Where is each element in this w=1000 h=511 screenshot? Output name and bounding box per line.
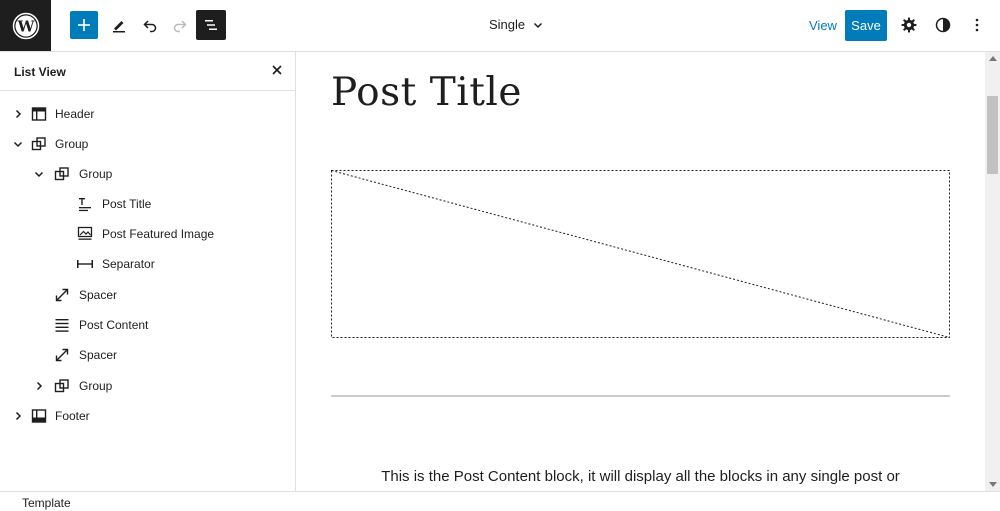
list-item-group[interactable]: Group bbox=[0, 371, 295, 401]
group-icon bbox=[30, 135, 48, 153]
styles-button[interactable] bbox=[928, 10, 958, 40]
list-item-group[interactable]: Group bbox=[0, 159, 295, 189]
more-vertical-icon bbox=[975, 18, 979, 32]
chevron-right-icon[interactable] bbox=[31, 378, 47, 394]
redo-icon bbox=[173, 20, 187, 33]
list-view-panel: List View Header Group Group Post Title … bbox=[0, 52, 296, 491]
close-icon bbox=[272, 65, 282, 75]
list-view-toggle-button[interactable] bbox=[196, 10, 226, 40]
separator-block[interactable] bbox=[331, 395, 950, 397]
list-item-label: Footer bbox=[55, 409, 90, 423]
add-block-button[interactable] bbox=[70, 11, 98, 39]
save-button[interactable]: Save bbox=[845, 10, 887, 41]
editor-header: W Single View Save bbox=[0, 0, 1000, 52]
chevron-down-icon[interactable] bbox=[10, 136, 26, 152]
list-item-label: Spacer bbox=[79, 288, 118, 302]
list-item-label: Group bbox=[79, 167, 113, 181]
post-content-icon bbox=[53, 316, 71, 334]
list-item-post-featured-image[interactable]: Post Featured Image bbox=[0, 219, 295, 249]
chevron-right-icon[interactable] bbox=[10, 106, 26, 122]
plus-icon bbox=[78, 19, 90, 31]
scroll-up-arrow-icon[interactable] bbox=[989, 56, 997, 61]
list-item-label: Header bbox=[55, 107, 95, 121]
tools-button[interactable] bbox=[104, 10, 134, 40]
featured-image-icon bbox=[76, 225, 94, 243]
list-item-label: Spacer bbox=[79, 348, 118, 362]
list-item-label: Post Content bbox=[79, 318, 149, 332]
post-title-icon bbox=[76, 195, 94, 213]
list-item-label: Separator bbox=[102, 257, 155, 271]
spacer-icon bbox=[53, 286, 71, 304]
featured-image-placeholder[interactable] bbox=[331, 170, 950, 338]
post-title-block[interactable]: Post Title bbox=[331, 70, 522, 115]
list-item-label: Post Title bbox=[102, 197, 152, 211]
list-item-label: Group bbox=[79, 379, 113, 393]
contrast-icon bbox=[935, 17, 951, 33]
header-icon bbox=[30, 105, 48, 123]
list-item-spacer[interactable]: Spacer bbox=[0, 340, 295, 370]
list-item-post-content[interactable]: Post Content bbox=[0, 310, 295, 340]
spacer-icon bbox=[53, 346, 71, 364]
canvas-scrollbar[interactable] bbox=[985, 52, 1000, 491]
chevron-down-icon bbox=[534, 22, 543, 28]
pencil-icon bbox=[113, 21, 125, 33]
redo-button[interactable] bbox=[165, 10, 195, 40]
editor-canvas[interactable]: Post Title This is the Post Content bloc… bbox=[296, 52, 985, 491]
placeholder-illustration bbox=[331, 170, 950, 338]
scrollbar-thumb[interactable] bbox=[987, 96, 998, 174]
list-view-icon bbox=[205, 20, 217, 30]
list-item-header[interactable]: Header bbox=[0, 99, 295, 129]
template-selector[interactable]: Single bbox=[489, 17, 543, 32]
group-icon bbox=[53, 165, 71, 183]
list-view-title: List View bbox=[14, 65, 66, 79]
list-item-group[interactable]: Group bbox=[0, 129, 295, 159]
chevron-right-icon[interactable] bbox=[10, 408, 26, 424]
settings-button[interactable] bbox=[894, 10, 924, 40]
scroll-down-arrow-icon[interactable] bbox=[989, 482, 997, 487]
footer-breadcrumb-bar: Template bbox=[0, 491, 1000, 511]
template-name: Single bbox=[489, 17, 526, 32]
footer-icon bbox=[30, 407, 48, 425]
list-item-footer[interactable]: Footer bbox=[0, 401, 295, 431]
list-item-post-title[interactable]: Post Title bbox=[0, 189, 295, 219]
gear-icon bbox=[901, 17, 917, 33]
group-icon bbox=[53, 377, 71, 395]
list-item-label: Group bbox=[55, 137, 89, 151]
wordpress-icon: W bbox=[12, 12, 39, 39]
more-options-button[interactable] bbox=[962, 10, 992, 40]
svg-text:W: W bbox=[16, 17, 35, 35]
list-item-separator[interactable]: Separator bbox=[0, 249, 295, 279]
post-content-block[interactable]: This is the Post Content block, it will … bbox=[296, 468, 985, 485]
undo-icon bbox=[143, 20, 157, 33]
separator-icon bbox=[76, 255, 94, 273]
list-item-label: Post Featured Image bbox=[102, 227, 215, 241]
close-list-view-button[interactable] bbox=[268, 61, 286, 79]
breadcrumb-template[interactable]: Template bbox=[22, 496, 71, 510]
list-view-header: List View bbox=[0, 52, 295, 91]
view-button[interactable]: View bbox=[809, 18, 837, 33]
list-item-spacer[interactable]: Spacer bbox=[0, 280, 295, 310]
wordpress-logo-button[interactable]: W bbox=[0, 0, 51, 51]
chevron-down-icon[interactable] bbox=[31, 166, 47, 182]
undo-button[interactable] bbox=[135, 10, 165, 40]
